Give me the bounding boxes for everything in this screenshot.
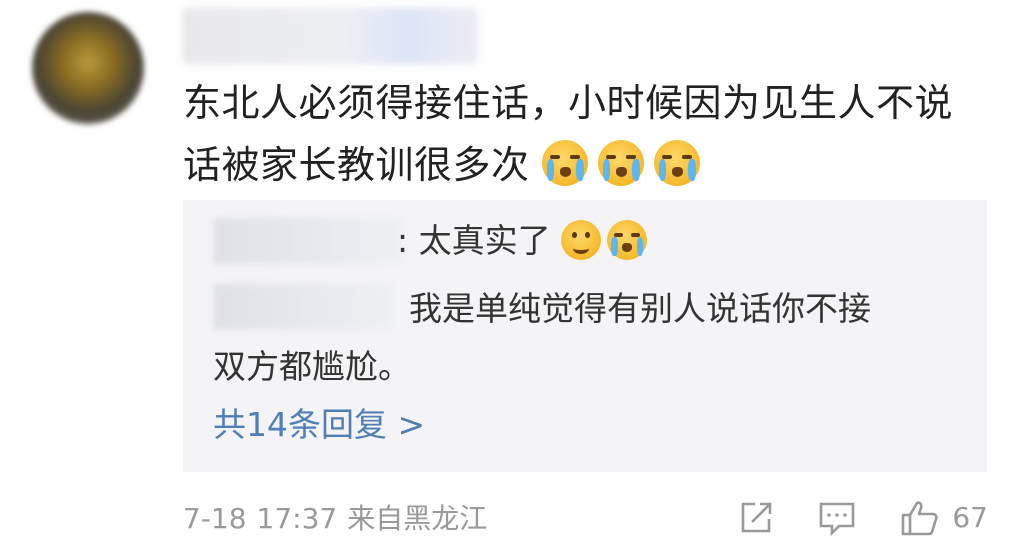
crying-face-emoji: [607, 220, 648, 260]
comment-time: 17:37: [256, 502, 338, 535]
comment-line-2-text: 话被家长教训很多次: [183, 143, 530, 187]
reply-button[interactable]: [818, 500, 856, 536]
reply-username-blurred[interactable]: [213, 284, 393, 330]
comment-actions: 67: [738, 496, 988, 540]
comment-icon: [820, 502, 855, 536]
view-all-replies-link[interactable]: 共14条回复 >: [213, 400, 425, 450]
reply-box: : 太真实了 我是单纯觉得有别人说话你不接 双方都尴尬。 共14条回复 >: [183, 200, 987, 472]
reply-1-text: : 太真实了: [397, 221, 551, 260]
comment-text: 东北人必须得接住话，小时候因为见生人不说 话被家长教训很多次: [183, 72, 1003, 196]
like-count: 67: [952, 501, 988, 534]
username-blurred[interactable]: [183, 8, 478, 64]
reply-2-text: 我是单纯觉得有别人说话你不接: [409, 289, 871, 328]
comment-meta: 7-18 17:37 来自黑龙江: [183, 497, 487, 541]
like-button[interactable]: 67: [900, 496, 988, 540]
share-button[interactable]: [738, 500, 774, 536]
comment-line-2: 话被家长教训很多次: [183, 134, 1003, 196]
crying-face-emoji: [598, 140, 645, 186]
thumbs-up-icon: [902, 501, 939, 536]
smiling-face-emoji: [561, 220, 602, 260]
reply-2-continuation: 双方都尴尬。: [213, 347, 411, 386]
comment-line-1: 东北人必须得接住话，小时候因为见生人不说: [183, 81, 954, 125]
reply-username-blurred[interactable]: [213, 218, 403, 264]
crying-face-emoji: [654, 140, 701, 186]
reply-1: : 太真实了: [397, 216, 653, 266]
crying-face-emoji: [542, 140, 589, 186]
comment-location: 来自黑龙江: [347, 502, 488, 535]
comment-date: 7-18: [183, 502, 247, 535]
avatar[interactable]: [32, 12, 144, 124]
share-icon: [742, 502, 772, 533]
